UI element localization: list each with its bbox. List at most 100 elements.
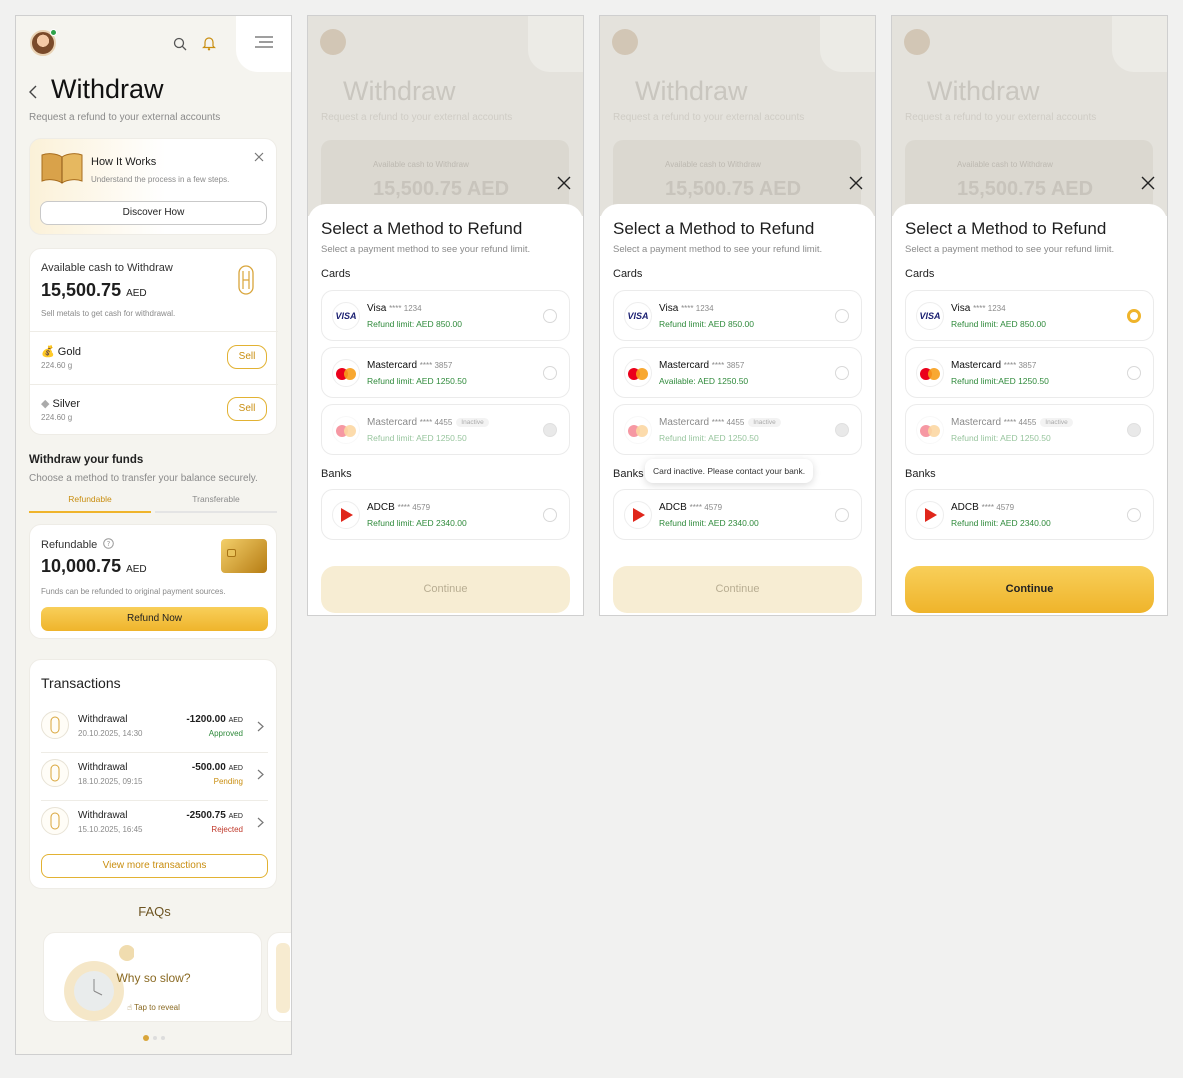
radio-button[interactable] <box>835 309 849 323</box>
cards-label: Cards <box>905 268 935 280</box>
how-title: How It Works <box>91 156 157 168</box>
option-mask: **** 3857 <box>711 361 745 370</box>
continue-button[interactable]: Continue <box>613 566 862 613</box>
faq-card[interactable]: Why so slow? ☝ Tap to reveal <box>43 932 262 1022</box>
tx-amount-row: -1200.00 AED <box>186 714 243 725</box>
faq-card-next-image <box>276 943 290 1013</box>
radio-button[interactable] <box>835 508 849 522</box>
dimmed-amount: 15,500.75 <box>665 178 754 200</box>
continue-button[interactable]: Continue <box>321 566 570 613</box>
payment-option-mastercard-inactive[interactable]: Mastercard **** 4455 Inactive Refund limi… <box>905 404 1154 455</box>
tab-refundable[interactable]: Refundable <box>29 494 151 513</box>
tab-transferable[interactable]: Transferable <box>155 494 277 513</box>
option-title: Visa **** 1234 <box>951 303 1006 314</box>
withdrawal-icon <box>41 807 69 835</box>
radio-button[interactable] <box>1127 366 1141 380</box>
carousel-dot-active[interactable] <box>143 1035 149 1041</box>
refund-method-sheet: Select a Method to Refund Select a payme… <box>308 204 583 615</box>
tx-currency: AED <box>228 813 243 820</box>
transaction-row[interactable]: Withdrawal 18.10.2025, 09:15 -500.00 AED… <box>30 753 278 801</box>
payment-option-adcb[interactable]: ADCB **** 4579 Refund limit: AED 2340.00 <box>905 489 1154 540</box>
adcb-icon <box>332 501 360 529</box>
refundable-currency: AED <box>126 564 147 575</box>
dimmed-subtitle: Request a refund to your external accoun… <box>321 112 513 123</box>
mastercard-icon <box>332 416 360 444</box>
faqs-title: FAQs <box>138 904 171 919</box>
transaction-row[interactable]: Withdrawal 15.10.2025, 16:45 -2500.75 AE… <box>30 801 278 849</box>
sheet-subtitle: Select a payment method to see your refu… <box>613 244 823 255</box>
tx-amount: -500.00 <box>191 762 226 773</box>
option-name: Visa <box>659 303 679 314</box>
divider <box>30 331 278 332</box>
carousel-dot[interactable] <box>153 1036 157 1040</box>
sell-silver-button[interactable]: Sell <box>227 397 267 421</box>
view-more-transactions-button[interactable]: View more transactions <box>41 854 268 878</box>
option-mask: **** 4579 <box>397 503 431 512</box>
faq-card-next[interactable] <box>267 932 291 1022</box>
adcb-icon <box>624 501 652 529</box>
mastercard-icon <box>916 416 944 444</box>
tx-date: 18.10.2025, 09:15 <box>78 777 143 786</box>
menu-button[interactable] <box>236 16 291 72</box>
option-name: Mastercard <box>659 417 710 428</box>
close-icon[interactable] <box>254 152 264 162</box>
option-mask: **** 4579 <box>689 503 723 512</box>
option-name: Visa <box>951 303 971 314</box>
search-icon[interactable] <box>173 37 187 51</box>
option-name: Mastercard <box>659 360 710 371</box>
payment-option-mastercard-inactive[interactable]: Mastercard **** 4455 Inactive Refund limi… <box>321 404 570 455</box>
dimmed-currency: AED <box>1050 178 1094 200</box>
dimmed-subtitle: Request a refund to your external accoun… <box>613 112 805 123</box>
close-icon[interactable] <box>1141 176 1155 190</box>
payment-option-visa[interactable]: VISA Visa **** 1234 Refund limit: AED 85… <box>321 290 570 341</box>
dimmed-amount: 15,500.75 <box>373 178 462 200</box>
info-icon[interactable]: ? <box>103 538 115 549</box>
option-mask: **** 3857 <box>1003 361 1037 370</box>
radio-button-selected[interactable] <box>1127 309 1141 323</box>
option-title: Mastercard **** 4455 Inactive <box>367 417 489 428</box>
sheet-title: Select a Method to Refund <box>905 219 1107 238</box>
radio-button[interactable] <box>543 508 557 522</box>
radio-button[interactable] <box>835 366 849 380</box>
payment-option-mastercard[interactable]: Mastercard **** 3857 Refund limit:AED 12… <box>905 347 1154 398</box>
refund-now-button[interactable]: Refund Now <box>41 607 268 631</box>
menu-button <box>1112 16 1167 72</box>
sheet-title: Select a Method to Refund <box>321 219 523 238</box>
option-name: Mastercard <box>367 360 418 371</box>
close-icon[interactable] <box>849 176 863 190</box>
continue-button[interactable]: Continue <box>905 566 1154 613</box>
payment-option-visa[interactable]: VISA Visa **** 1234 Refund limit: AED 85… <box>613 290 862 341</box>
payment-option-visa[interactable]: VISA Visa **** 1234 Refund limit: AED 85… <box>905 290 1154 341</box>
payment-option-mastercard[interactable]: Mastercard **** 3857 Available: AED 1250… <box>613 347 862 398</box>
tx-amount: -2500.75 <box>186 810 226 821</box>
option-limit: Available: AED 1250.50 <box>659 376 749 386</box>
close-icon[interactable] <box>557 176 571 190</box>
bell-icon[interactable] <box>202 36 216 51</box>
dimmed-background: Withdraw Request a refund to your extern… <box>308 16 583 220</box>
payment-option-adcb[interactable]: ADCB **** 4579 Refund limit: AED 2340.00 <box>321 489 570 540</box>
discover-how-button[interactable]: Discover How <box>40 201 267 225</box>
carousel-dot[interactable] <box>161 1036 165 1040</box>
transaction-row[interactable]: Withdrawal 20.10.2025, 14:30 -1200.00 AE… <box>30 705 278 753</box>
option-title: ADCB **** 4579 <box>367 502 430 513</box>
cards-label: Cards <box>613 268 643 280</box>
online-status-dot <box>50 29 57 36</box>
radio-button[interactable] <box>543 309 557 323</box>
mastercard-icon <box>332 359 360 387</box>
sell-gold-button[interactable]: Sell <box>227 345 267 369</box>
avatar <box>320 29 346 55</box>
option-title: Mastercard **** 4455 Inactive <box>951 417 1073 428</box>
option-mask: **** 4579 <box>981 503 1015 512</box>
payment-option-mastercard[interactable]: Mastercard **** 3857 Refund limit: AED 1… <box>321 347 570 398</box>
refundable-note: Funds can be refunded to original paymen… <box>41 587 226 596</box>
option-name: ADCB <box>659 502 687 513</box>
profile-avatar[interactable] <box>30 29 57 56</box>
radio-button[interactable] <box>1127 508 1141 522</box>
payment-option-mastercard-inactive[interactable]: Mastercard **** 4455 Inactive Refund limi… <box>613 404 862 455</box>
option-name: Mastercard <box>951 417 1002 428</box>
tx-currency: AED <box>228 765 243 772</box>
radio-button[interactable] <box>543 366 557 380</box>
payment-option-adcb[interactable]: ADCB **** 4579 Refund limit: AED 2340.00 <box>613 489 862 540</box>
option-mask: **** 1234 <box>973 304 1006 313</box>
back-icon[interactable] <box>28 85 38 99</box>
